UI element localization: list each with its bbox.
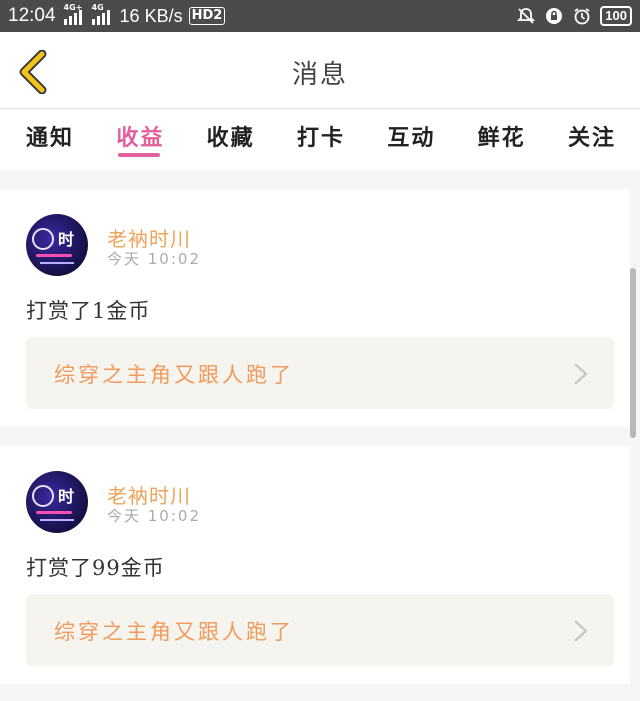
network-speed: 16 KB/s [119, 5, 183, 26]
page-title: 消息 [291, 60, 348, 90]
mute-bell-icon [516, 6, 536, 26]
message-card: 时 老衲时川 今天 10:02 打赏了1金币 综穿之主角又跟人跑了 [0, 189, 630, 427]
tab-favorites[interactable]: 收藏 [207, 110, 255, 170]
lock-rotation-icon [544, 6, 564, 26]
status-time: 12:04 [8, 5, 56, 26]
message-time: 今天 10:02 [107, 507, 201, 525]
message-time: 今天 10:02 [107, 250, 201, 268]
avatar[interactable]: 时 [26, 471, 88, 533]
book-link[interactable]: 综穿之主角又跟人跑了 [26, 594, 614, 666]
scrollbar[interactable] [630, 268, 636, 438]
book-link[interactable]: 综穿之主角又跟人跑了 [26, 337, 614, 409]
chevron-right-icon [574, 620, 588, 642]
alarm-icon [572, 6, 592, 26]
signal-sim2-icon: 4G [91, 3, 112, 25]
category-tabs: 通知 收益 收藏 打卡 互动 鲜花 关注 [0, 110, 640, 170]
book-title: 综穿之主角又跟人跑了 [54, 620, 294, 644]
tab-flowers[interactable]: 鲜花 [478, 110, 526, 170]
message-card: 时 老衲时川 今天 10:02 打赏了99金币 综穿之主角又跟人跑了 [0, 446, 630, 684]
top-nav-bar: 消息 [0, 32, 640, 109]
message-text: 打赏了99金币 [26, 556, 165, 580]
battery-indicator: 100 [600, 6, 632, 26]
status-bar: 12:04 4G+ 4G 16 KB/s HD2 100 [0, 0, 640, 32]
tab-notifications[interactable]: 通知 [26, 110, 74, 170]
tab-interaction[interactable]: 互动 [387, 110, 435, 170]
message-text: 打赏了1金币 [26, 299, 151, 323]
tab-checkin[interactable]: 打卡 [297, 110, 345, 170]
tab-earnings[interactable]: 收益 [116, 110, 164, 170]
chevron-right-icon [574, 363, 588, 385]
book-title: 综穿之主角又跟人跑了 [54, 363, 294, 387]
signal-sim1-icon: 4G+ [63, 3, 84, 25]
tab-following[interactable]: 关注 [568, 110, 616, 170]
avatar[interactable]: 时 [26, 214, 88, 276]
hd-voice-badge: HD2 [188, 7, 226, 25]
